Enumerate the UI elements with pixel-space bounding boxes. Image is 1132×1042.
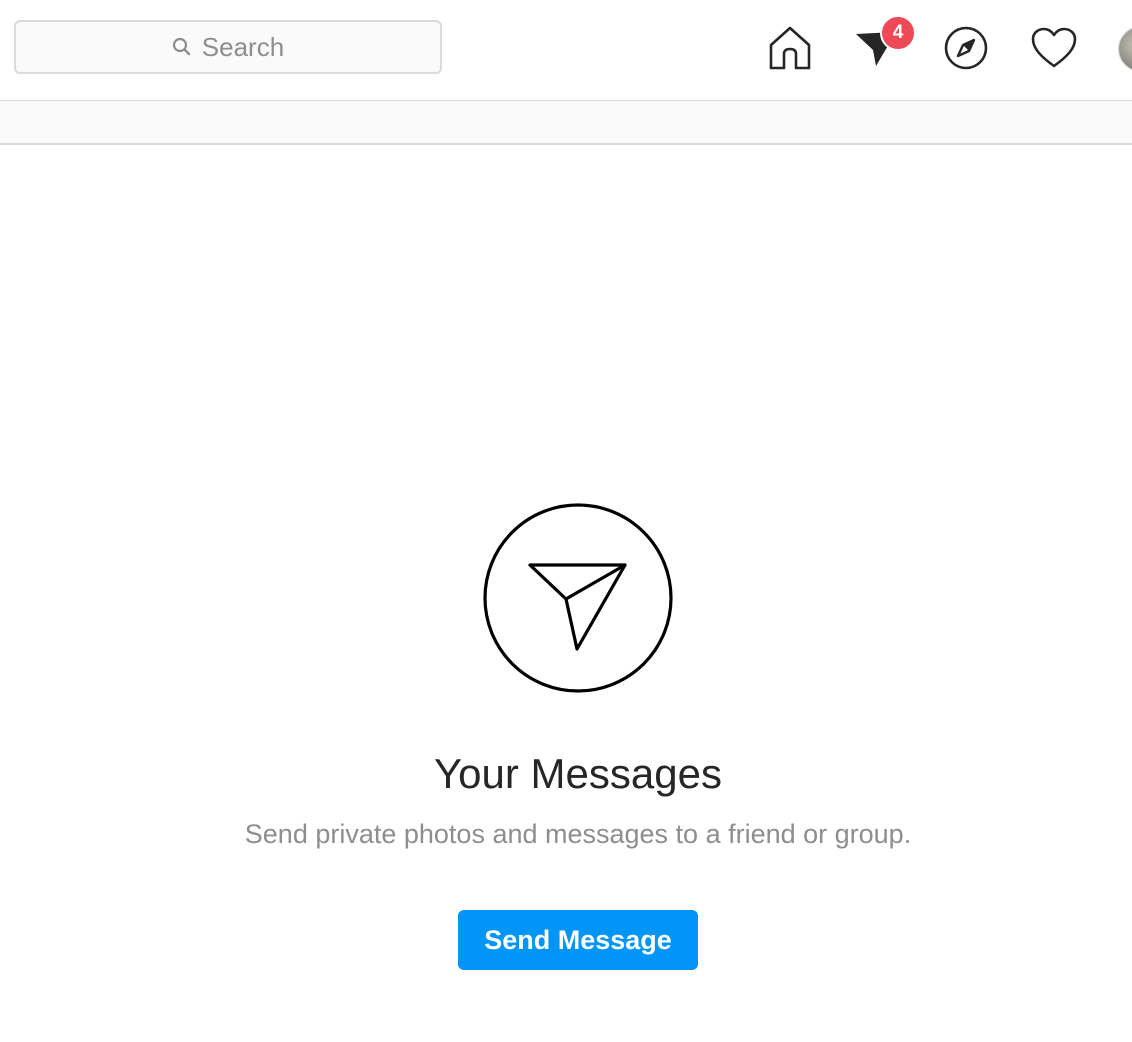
heart-icon[interactable] — [1030, 24, 1078, 72]
avatar[interactable] — [1118, 26, 1132, 72]
empty-state-title: Your Messages — [434, 750, 722, 797]
empty-state-subtitle: Send private photos and messages to a fr… — [244, 819, 912, 849]
paper-plane-circle-icon — [482, 502, 674, 694]
search-placeholder-text: Search — [201, 31, 285, 62]
messages-empty-state: Your Messages Send private photos and me… — [0, 145, 1132, 1042]
top-navigation-bar: Search 4 — [0, 0, 1132, 101]
home-icon[interactable] — [766, 24, 814, 72]
notification-badge: 4 — [880, 15, 916, 51]
send-message-button[interactable]: Send Message — [458, 910, 698, 970]
secondary-bar — [0, 101, 1132, 145]
search-icon — [172, 37, 192, 57]
compass-icon[interactable] — [942, 24, 990, 72]
search-input[interactable]: Search — [14, 20, 442, 74]
search-placeholder-group: Search — [172, 32, 284, 63]
